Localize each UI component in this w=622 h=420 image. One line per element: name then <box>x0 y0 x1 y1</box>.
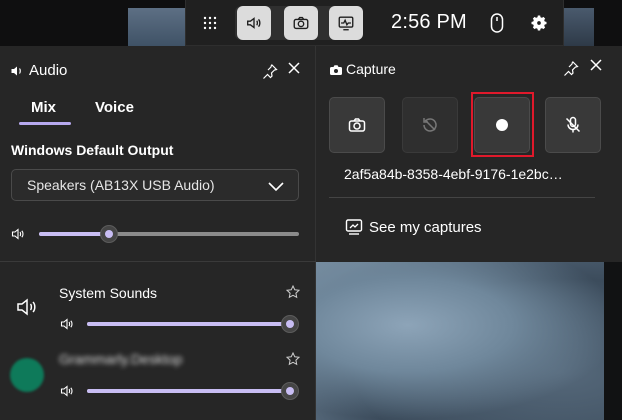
record-last-button[interactable] <box>402 97 458 153</box>
speaker-icon <box>11 228 24 240</box>
start-recording-button[interactable] <box>474 97 530 153</box>
audio-widget-button[interactable] <box>237 6 271 40</box>
grammarly-volume-thumb[interactable] <box>281 382 299 400</box>
microphone-off-icon <box>565 116 581 133</box>
section-divider <box>0 261 316 262</box>
master-volume-thumb[interactable] <box>100 225 119 243</box>
capture-panel-title: Capture <box>346 61 396 77</box>
system-sounds-volume-thumb[interactable] <box>281 315 299 333</box>
microphone-toggle-button[interactable] <box>545 97 601 153</box>
game-bar: 2:56 PM <box>185 0 564 46</box>
system-sounds-volume-fill <box>87 322 290 326</box>
speaker-icon <box>60 318 73 330</box>
audio-panel-title: Audio <box>29 62 68 79</box>
desktop-wallpaper-fragment <box>128 8 188 46</box>
app-name-system-sounds: System Sounds <box>59 285 158 301</box>
pin-icon[interactable] <box>563 60 579 76</box>
desktop-wallpaper-fragment <box>562 8 594 46</box>
camera-icon <box>330 65 342 75</box>
grammarly-app-icon <box>10 358 44 392</box>
performance-icon <box>338 16 354 31</box>
master-volume-fill <box>39 232 110 236</box>
audio-panel: Audio Mix Voice Windows Default Output S… <box>0 46 316 420</box>
record-icon <box>496 119 508 131</box>
star-icon[interactable] <box>286 352 300 366</box>
speaker-icon <box>247 17 261 29</box>
output-section-title: Windows Default Output <box>11 142 174 158</box>
camera-icon <box>293 16 309 30</box>
speaker-icon <box>60 385 73 397</box>
chevron-down-icon <box>268 182 284 192</box>
gallery-icon <box>345 219 363 235</box>
gear-icon[interactable] <box>529 13 549 33</box>
tab-mix[interactable]: Mix <box>31 99 56 116</box>
clock: 2:56 PM <box>391 11 467 33</box>
system-sounds-volume-slider[interactable] <box>87 315 299 333</box>
see-my-captures-link[interactable]: See my captures <box>369 219 482 236</box>
output-device-select[interactable]: Speakers (AB13X USB Audio) <box>11 169 299 201</box>
tab-voice[interactable]: Voice <box>95 99 134 116</box>
capture-panel: Capture 2af5a84b-8358-4ebf-9176-1e2bc… S… <box>316 46 622 262</box>
master-volume-slider[interactable] <box>39 225 299 243</box>
grammarly-volume-fill <box>87 389 290 393</box>
performance-widget-button[interactable] <box>329 6 363 40</box>
close-icon[interactable] <box>287 61 301 75</box>
history-icon <box>423 118 437 132</box>
mouse-icon[interactable] <box>490 13 504 33</box>
last-capture-filename[interactable]: 2af5a84b-8358-4ebf-9176-1e2bc… <box>344 166 563 182</box>
capture-widget-button[interactable] <box>284 6 318 40</box>
desktop-wallpaper <box>316 262 622 420</box>
star-icon[interactable] <box>286 285 300 299</box>
camera-icon <box>348 118 366 132</box>
system-sounds-icon <box>17 298 36 316</box>
app-name-grammarly: Grammarly.Desktop <box>59 351 183 367</box>
desktop-edge <box>604 262 622 420</box>
capture-divider <box>329 197 595 198</box>
tab-selected-indicator <box>19 122 71 125</box>
speaker-icon <box>11 66 21 76</box>
output-device-value: Speakers (AB13X USB Audio) <box>27 177 215 193</box>
pin-icon[interactable] <box>262 63 278 79</box>
grammarly-volume-slider[interactable] <box>87 382 299 400</box>
screenshot-button[interactable] <box>329 97 385 153</box>
close-icon[interactable] <box>589 58 603 72</box>
widget-menu-icon[interactable] <box>202 15 218 31</box>
